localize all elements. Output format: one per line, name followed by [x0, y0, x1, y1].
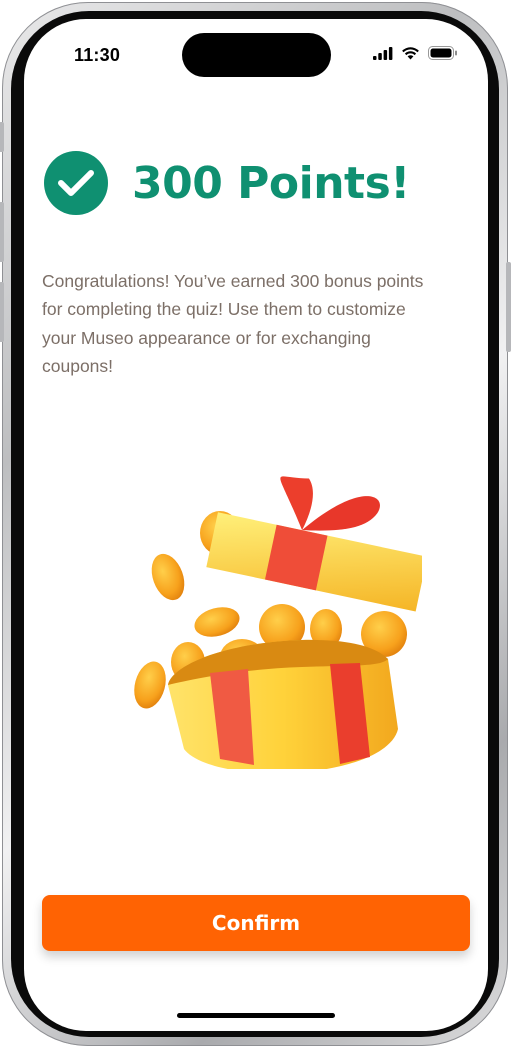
volume-up-button [0, 202, 4, 262]
congratulations-message: Congratulations! You’ve earned 300 bonus… [42, 270, 424, 377]
checkmark-icon [44, 151, 108, 215]
confirm-button[interactable]: Confirm [42, 895, 470, 951]
status-time: 11:30 [74, 45, 121, 65]
power-button [506, 262, 511, 352]
status-bar: 11:30 [24, 19, 488, 89]
volume-down-button [0, 282, 4, 342]
mute-switch [0, 122, 4, 152]
battery-icon [428, 46, 457, 60]
points-title: 300 Points! [132, 157, 410, 209]
wifi-icon [402, 47, 419, 60]
cellular-signal-icon [373, 46, 393, 60]
gift-box-coins-icon [134, 476, 422, 769]
dynamic-island [182, 33, 331, 77]
reward-heading: 300 Points! [44, 151, 410, 215]
home-indicator[interactable] [177, 1013, 335, 1018]
app-screen: 11:30 300 Points! Congratulations! You’v… [24, 19, 488, 1031]
status-icons [373, 46, 458, 60]
